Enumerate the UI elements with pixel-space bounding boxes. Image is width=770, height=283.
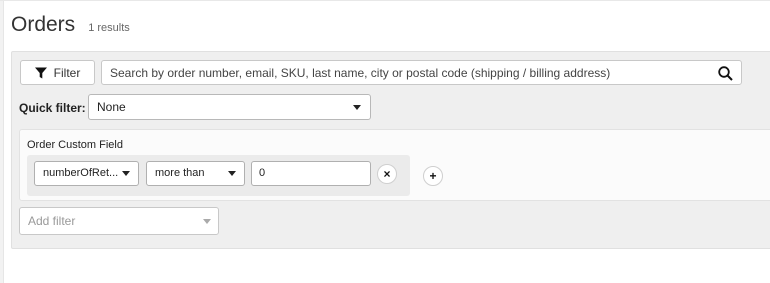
quick-filter-select[interactable]: None — [88, 94, 371, 120]
filter-panel: Filter Quick filter: None Order Custom F… — [11, 51, 770, 249]
chevron-down-icon — [203, 219, 211, 224]
quick-filter-value: None — [97, 100, 126, 114]
remove-condition-button[interactable]: × — [377, 164, 397, 184]
chevron-down-icon — [353, 105, 361, 110]
add-filter-placeholder: Add filter — [28, 214, 76, 228]
window-left-edge — [0, 0, 4, 283]
custom-field-filter: Order Custom Field numberOfRet... more t… — [19, 129, 770, 201]
chevron-down-icon — [122, 171, 130, 176]
condition-value-input[interactable]: 0 — [251, 161, 371, 186]
quick-filter-label: Quick filter: — [19, 101, 86, 115]
add-condition-button[interactable]: + — [423, 166, 443, 186]
custom-field-filter-title: Order Custom Field — [27, 139, 123, 151]
page-header: Orders 1 results — [11, 13, 130, 37]
custom-field-condition-row: numberOfRet... more than 0 × — [27, 155, 410, 196]
filter-button[interactable]: Filter — [20, 60, 95, 85]
search-box — [101, 60, 742, 85]
search-input[interactable] — [102, 61, 702, 84]
search-icon[interactable] — [718, 66, 733, 81]
filter-button-label: Filter — [53, 65, 81, 80]
plus-icon: + — [429, 169, 437, 183]
operator-select[interactable]: more than — [146, 161, 245, 186]
page-title: Orders — [11, 13, 76, 36]
operator-value: more than — [155, 167, 205, 179]
chevron-down-icon — [228, 171, 236, 176]
funnel-icon — [34, 67, 47, 78]
close-icon: × — [383, 167, 391, 181]
window-top-edge — [0, 0, 770, 1]
add-filter-select[interactable]: Add filter — [19, 207, 219, 235]
results-count: 1 results — [88, 22, 130, 34]
custom-field-value: numberOfRet... — [43, 167, 119, 179]
custom-field-select[interactable]: numberOfRet... — [34, 161, 139, 186]
